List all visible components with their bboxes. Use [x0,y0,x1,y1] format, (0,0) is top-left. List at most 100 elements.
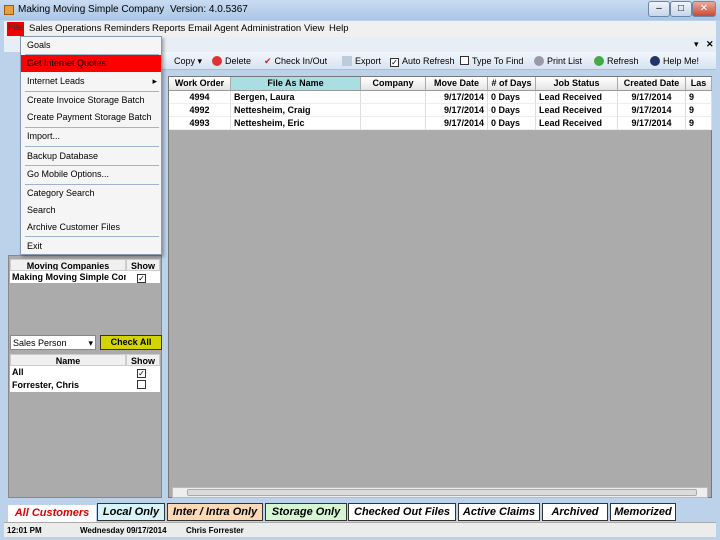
dropdown-icon[interactable]: ▾ [694,39,699,50]
table-cell[interactable]: 9/17/2014 [618,104,686,117]
menu-separator [25,146,159,147]
menu-item[interactable]: Get Internet Quotes [21,55,161,72]
tab[interactable]: Memorized [610,503,676,521]
menu-item-label: Create Payment Storage Batch [27,112,152,122]
menu-file[interactable]: File [7,22,25,36]
table-cell[interactable]: 9 [686,104,712,117]
horizontal-scrollbar[interactable] [172,487,708,498]
menu-item-label: Backup Database [27,151,99,161]
salesperson-show-checkbox[interactable]: ✓ [126,366,160,379]
menu-reminders[interactable]: Reminders [104,23,150,34]
type-to-find-checkbox[interactable]: Type To Find [460,56,523,66]
menu-item[interactable]: Backup Database [21,148,161,165]
table-cell[interactable]: Bergen, Laura [231,91,361,104]
menu-help[interactable]: Help [329,23,349,34]
table-cell[interactable]: 0 Days [488,91,536,104]
menu-item[interactable]: Search [21,202,161,219]
column-header[interactable]: Work Order [169,77,231,91]
salesperson-show-checkbox[interactable] [126,379,160,392]
table-cell[interactable]: Lead Received [536,91,618,104]
menu-item[interactable]: Go Mobile Options... [21,166,161,183]
status-date: Wednesday 09/17/2014 [80,526,167,535]
maximize-button[interactable]: □ [670,1,692,17]
menu-email-agent[interactable]: Email Agent [188,23,239,34]
table-cell[interactable]: 4992 [169,104,231,117]
menu-item[interactable]: Import... [21,128,161,145]
refresh-button[interactable]: Refresh [594,56,639,66]
column-header[interactable]: Move Date [426,77,488,91]
close-button[interactable]: ✕ [692,1,716,17]
table-cell[interactable]: Lead Received [536,104,618,117]
checkbox-unchecked-icon [460,56,469,65]
table-cell[interactable] [361,117,426,130]
checkbox-checked-icon: ✓ [137,274,146,283]
salesperson-name: All [10,366,126,379]
table-cell[interactable]: 4994 [169,91,231,104]
column-header[interactable]: Job Status [536,77,618,91]
tab[interactable]: Storage Only [265,503,347,521]
tab[interactable]: All Customers [8,505,96,523]
table-cell[interactable]: 4993 [169,117,231,130]
salesperson-name: Forrester, Chris [10,379,126,392]
table-cell[interactable]: 9 [686,91,712,104]
column-header[interactable]: Las [686,77,712,91]
table-cell[interactable]: 9 [686,117,712,130]
menu-administration[interactable]: Administration [241,23,301,34]
menu-sales[interactable]: Sales [29,23,53,34]
column-header[interactable]: # of Days [488,77,536,91]
table-cell[interactable]: 0 Days [488,117,536,130]
menu-operations[interactable]: Operations [55,23,101,34]
file-menu-dropdown: Goals Get Internet Quotes Internet Leads ▸ C… [20,36,162,255]
menu-item[interactable]: Goals [21,37,161,54]
table-cell[interactable]: 0 Days [488,104,536,117]
salesperson-select[interactable]: Sales Person ▾ [10,335,96,350]
table-cell[interactable]: 9/17/2014 [618,117,686,130]
menu-item[interactable]: Create Invoice Storage Batch [21,92,161,109]
scroll-thumb[interactable] [187,489,697,496]
menu-item[interactable]: Exit [21,238,161,255]
table-cell[interactable]: Nettesheim, Craig [231,104,361,117]
menu-separator [25,127,159,128]
check-all-button[interactable]: Check All [100,335,162,350]
table-cell[interactable]: 9/17/2014 [426,104,488,117]
table-cell[interactable]: Nettesheim, Eric [231,117,361,130]
tab[interactable]: Active Claims [458,503,540,521]
table-cell[interactable] [361,91,426,104]
column-header[interactable]: Company [361,77,426,91]
menu-reports[interactable]: Reports [152,23,185,34]
child-close-icon[interactable]: ✕ [706,39,714,50]
help-button[interactable]: Help Me! [650,56,699,66]
minimize-button[interactable]: – [648,1,670,17]
menu-item-label: Goals [27,40,51,50]
menu-item[interactable]: Internet Leads ▸ [21,73,161,90]
menu-item[interactable]: Create Payment Storage Batch [21,109,161,126]
status-time: 12:01 PM [7,526,42,535]
print-list-label: Print List [547,56,583,66]
delete-button[interactable]: Delete [212,56,251,66]
status-user: Chris Forrester [186,526,244,535]
menu-item[interactable]: Archive Customer Files [21,219,161,236]
tab[interactable]: Checked Out Files [348,503,456,521]
printer-icon [534,56,544,66]
tab[interactable]: Inter / Intra Only [167,503,263,521]
company-show-checkbox[interactable]: ✓ [126,271,160,283]
table-cell[interactable]: 9/17/2014 [426,117,488,130]
print-list-button[interactable]: Print List [534,56,582,66]
column-header[interactable]: File As Name [231,77,361,91]
menu-separator [25,184,159,185]
title-bar: Making Moving Simple Company Version: 4.… [0,0,720,20]
table-cell[interactable]: Lead Received [536,117,618,130]
menu-view[interactable]: View [304,23,324,34]
check-in-out-button[interactable]: ✔ Check In/Out [264,56,327,67]
chevron-down-icon: ▾ [88,338,93,348]
table-cell[interactable]: 9/17/2014 [426,91,488,104]
menu-item[interactable]: Category Search [21,185,161,202]
export-button[interactable]: Export [342,56,381,66]
tab[interactable]: Archived [542,503,608,521]
column-header[interactable]: Created Date [618,77,686,91]
tab[interactable]: Local Only [97,503,165,521]
table-cell[interactable]: 9/17/2014 [618,91,686,104]
table-cell[interactable] [361,104,426,117]
copy-button[interactable]: Copy ▾ [174,56,202,67]
auto-refresh-checkbox[interactable]: ✓ Auto Refresh [390,56,455,67]
